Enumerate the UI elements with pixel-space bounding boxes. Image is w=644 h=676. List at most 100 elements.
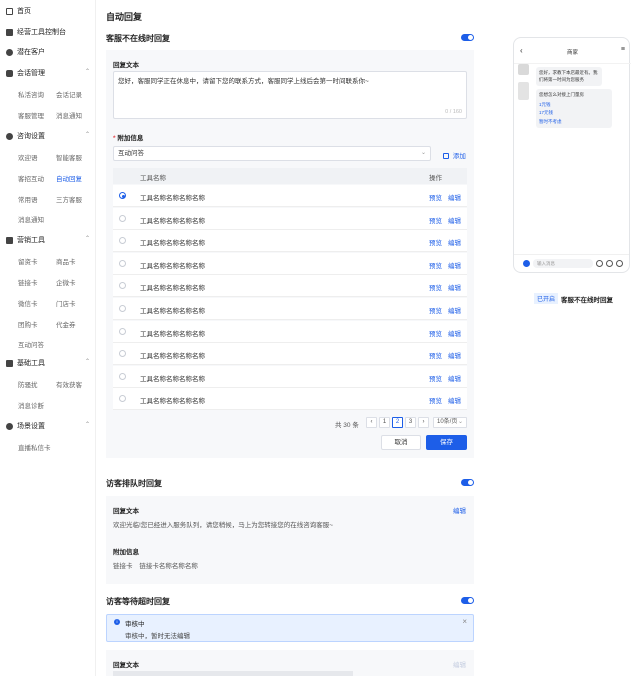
preview-link[interactable]: 预览: [429, 331, 442, 338]
row-tool-name: 工具名称名称名称名称: [140, 240, 205, 248]
sidebar-item[interactable]: 防骚扰: [18, 379, 38, 389]
row-radio[interactable]: [119, 282, 126, 290]
sidebar-group-scene[interactable]: 场景设置 ⌃: [6, 421, 90, 431]
edit-link[interactable]: 编辑: [448, 376, 461, 383]
pagination-page[interactable]: 3: [405, 417, 416, 428]
pagination-page[interactable]: 1: [379, 417, 390, 428]
sidebar-item[interactable]: 留资卡: [18, 256, 38, 266]
row-radio[interactable]: [119, 192, 126, 199]
queue-toggle[interactable]: [461, 479, 474, 486]
sidebar-item[interactable]: 私活咨询: [18, 89, 44, 99]
status-badge: 已开启: [534, 293, 559, 304]
table-row[interactable]: 工具名称名称名称名称 预览 编辑: [113, 252, 467, 275]
table-row[interactable]: 工具名称名称名称名称 预览 编辑: [113, 388, 467, 411]
preview-link[interactable]: 预览: [429, 285, 442, 292]
close-icon[interactable]: ×: [462, 617, 467, 626]
sidebar-group-marketing[interactable]: 营销工具 ⌃: [6, 235, 90, 245]
table-row[interactable]: 工具名称名称名称名称 预览 编辑: [113, 320, 467, 343]
queue-attach-type: 链接卡: [113, 563, 133, 570]
sidebar-item[interactable]: 客招互动: [18, 173, 44, 183]
page-size-select[interactable]: 10条/页 ⌄: [433, 417, 467, 428]
row-ops: 预览 编辑: [429, 395, 467, 405]
cancel-button[interactable]: 取消: [381, 435, 421, 450]
sidebar-item-home[interactable]: 首页: [6, 6, 90, 16]
preview-link[interactable]: 预览: [429, 308, 442, 315]
sidebar-item[interactable]: 消息通知: [56, 110, 82, 120]
row-radio[interactable]: [119, 305, 126, 312]
edit-link[interactable]: 编辑: [448, 195, 461, 202]
table-row[interactable]: 工具名称名称名称名称 预览 编辑: [113, 343, 467, 366]
preview-link[interactable]: 预览: [429, 376, 442, 383]
pagination-prev[interactable]: ‹: [366, 417, 377, 428]
edit-link[interactable]: 编辑: [448, 331, 461, 338]
row-radio[interactable]: [119, 350, 126, 358]
marketing-icon: [6, 236, 13, 244]
row-radio[interactable]: [119, 214, 126, 222]
sidebar-item[interactable]: 代金券: [56, 319, 76, 329]
table-row[interactable]: 工具名称名称名称名称 预览 编辑: [113, 207, 467, 230]
row-radio[interactable]: [119, 372, 126, 380]
sidebar-item[interactable]: 链接卡: [18, 277, 38, 287]
row-radio[interactable]: [119, 237, 126, 245]
sidebar-item[interactable]: 团购卡: [18, 319, 38, 329]
row-radio[interactable]: [119, 327, 126, 335]
pagination-page-current[interactable]: 2: [392, 417, 403, 428]
sidebar-item[interactable]: 消息通知: [18, 214, 44, 224]
offline-toggle[interactable]: [461, 34, 474, 41]
sidebar-item[interactable]: 互动问答: [18, 339, 44, 349]
sidebar-item[interactable]: 智能客服: [56, 152, 82, 162]
sidebar-item[interactable]: 客服管理: [18, 110, 44, 120]
table-row[interactable]: 工具名称名称名称名称 预览 编辑: [113, 275, 467, 298]
timeout-edit-link: 编辑: [453, 662, 466, 669]
save-button[interactable]: 保存: [426, 435, 467, 450]
row-radio[interactable]: [119, 395, 126, 403]
sidebar-item[interactable]: 欢迎语: [18, 152, 38, 162]
preview-link[interactable]: 预览: [429, 353, 442, 360]
edit-link[interactable]: 编辑: [448, 353, 461, 360]
sidebar-group-session[interactable]: 会话管理 ⌃: [6, 68, 90, 78]
preview-link[interactable]: 预览: [429, 263, 442, 270]
chevron-up-icon: ⌃: [84, 359, 90, 365]
preview-link[interactable]: 预览: [429, 240, 442, 247]
sidebar-item[interactable]: 有效获客: [56, 379, 82, 389]
sidebar-item[interactable]: 企微卡: [56, 277, 76, 287]
sidebar-group-basic[interactable]: 基础工具 ⌃: [6, 358, 90, 368]
notice-text: 审核中，暂时无法编辑: [125, 633, 190, 640]
table-row[interactable]: 工具名称名称名称名称 预览 编辑: [113, 230, 467, 253]
preview-link[interactable]: 预览: [429, 398, 442, 405]
pagination-next[interactable]: ›: [418, 417, 429, 428]
sidebar-item[interactable]: 三方客服: [56, 194, 82, 204]
sidebar-item[interactable]: 微信卡: [18, 298, 38, 308]
preview-link[interactable]: 预览: [429, 218, 442, 225]
edit-link[interactable]: 编辑: [448, 218, 461, 225]
sidebar-item[interactable]: 常用语: [18, 194, 38, 204]
sidebar-item-console[interactable]: 经营工具控制台: [6, 27, 90, 37]
edit-link[interactable]: 编辑: [448, 285, 461, 292]
sidebar-item[interactable]: 消息诊断: [18, 400, 44, 410]
sidebar-group-label: 基础工具: [17, 360, 45, 367]
add-button[interactable]: 添加: [443, 150, 466, 160]
row-radio[interactable]: [119, 259, 126, 267]
table-row[interactable]: 工具名称名称名称名称 预览 编辑: [113, 365, 467, 388]
sidebar-item[interactable]: 会话记录: [56, 89, 82, 99]
table-row[interactable]: 工具名称名称名称名称 预览 编辑: [113, 185, 467, 207]
sidebar-item[interactable]: 门店卡: [56, 298, 76, 308]
table-row[interactable]: 工具名称名称名称名称 预览 编辑: [113, 298, 467, 320]
sidebar-group-consult[interactable]: 咨询设置 ⌃: [6, 131, 90, 141]
attach-type-select[interactable]: 互动问答 ⌄: [113, 146, 431, 161]
preview-link[interactable]: 预览: [429, 195, 442, 202]
queue-edit-link[interactable]: 编辑: [453, 505, 466, 515]
section-title-offline: 客服不在线时回复: [106, 34, 170, 43]
edit-link[interactable]: 编辑: [448, 398, 461, 405]
timeout-toggle[interactable]: [461, 597, 474, 604]
edit-link[interactable]: 编辑: [448, 240, 461, 247]
reply-textarea[interactable]: 您好，客服同学正在休息中，请留下您的联系方式，客服同学上线后会第一时间联系你~ …: [113, 71, 467, 119]
edit-link[interactable]: 编辑: [448, 308, 461, 315]
phone-input-bar: 输入消息: [514, 254, 629, 272]
sidebar-item[interactable]: 商品卡: [56, 256, 76, 266]
queue-reply-label: 回复文本: [113, 508, 139, 515]
sidebar-item[interactable]: 直播私信卡: [18, 442, 51, 452]
sidebar-item-potential[interactable]: 潜在客户: [6, 47, 90, 57]
edit-link[interactable]: 编辑: [448, 263, 461, 270]
sidebar-item-auto-reply[interactable]: 自动回复: [56, 173, 82, 183]
